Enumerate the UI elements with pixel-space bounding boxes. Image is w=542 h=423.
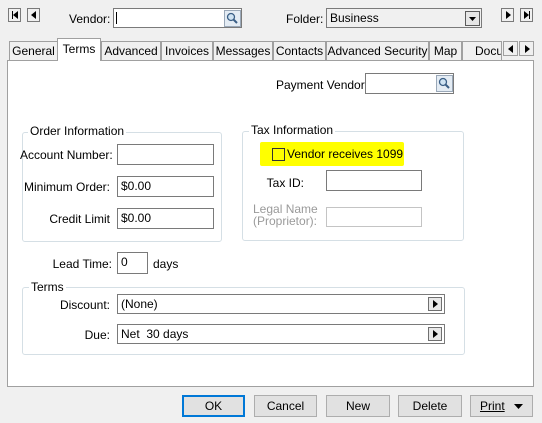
- lead-time-unit: days: [153, 257, 179, 271]
- magnifier-icon: [438, 77, 450, 89]
- next-arrow-icon: [506, 11, 511, 19]
- vendor-input[interactable]: [113, 8, 242, 28]
- scroll-right-icon: [525, 45, 530, 53]
- terms-panel: Payment Vendor: Order Information Accoun…: [7, 60, 534, 387]
- account-number-label: Account Number:: [20, 148, 113, 162]
- tab-general[interactable]: General: [9, 41, 58, 60]
- order-information-title: Order Information: [28, 124, 127, 138]
- previous-record-button[interactable]: [27, 8, 40, 22]
- first-arrow-icon: [13, 11, 18, 19]
- discount-select-value: (None): [121, 297, 158, 311]
- payment-vendor-search-button[interactable]: [436, 75, 453, 92]
- legal-name-label-line2: (Proprietor):: [253, 214, 318, 228]
- magnifier-icon: [226, 12, 238, 24]
- last-record-button[interactable]: [520, 8, 533, 22]
- folder-dropdown-button[interactable]: [465, 11, 480, 26]
- terms-group-title: Terms: [29, 280, 66, 294]
- vendor-search-button[interactable]: [224, 10, 241, 27]
- chevron-right-icon: [433, 300, 438, 308]
- account-number-input[interactable]: [117, 144, 214, 165]
- chevron-down-icon: [514, 403, 524, 409]
- tab-invoices-label: Invoices: [164, 44, 210, 58]
- tab-messages-label: Messages: [215, 44, 271, 58]
- folder-label: Folder:: [286, 12, 324, 26]
- tab-advanced-security[interactable]: Advanced Security: [326, 41, 429, 60]
- minimum-order-input[interactable]: $0.00: [117, 176, 214, 197]
- tab-contacts-label: Contacts: [275, 44, 324, 58]
- print-button[interactable]: Print: [470, 395, 533, 417]
- tab-advanced-security-label: Advanced Security: [327, 44, 428, 58]
- lead-time-input[interactable]: 0: [117, 252, 148, 274]
- credit-limit-input[interactable]: $0.00: [117, 208, 214, 229]
- vendor-1099-label[interactable]: Vendor receives 1099: [287, 147, 403, 161]
- due-select[interactable]: Net 30 days: [117, 324, 445, 344]
- discount-dropdown-button[interactable]: [428, 297, 442, 311]
- folder-select-value: Business: [330, 11, 379, 25]
- tab-terms[interactable]: Terms: [57, 38, 101, 61]
- folder-select[interactable]: Business: [326, 8, 482, 28]
- tab-messages[interactable]: Messages: [213, 41, 273, 60]
- tab-advanced[interactable]: Advanced: [101, 41, 161, 60]
- print-button-label: Print: [479, 399, 505, 413]
- tab-map-label: Map: [433, 44, 458, 58]
- due-dropdown-button[interactable]: [428, 327, 442, 341]
- scroll-left-icon: [508, 45, 513, 53]
- first-record-button[interactable]: [8, 8, 21, 22]
- ok-button[interactable]: OK: [182, 395, 245, 417]
- tab-documents[interactable]: Docu: [462, 41, 502, 60]
- new-button[interactable]: New: [326, 395, 390, 417]
- tab-documents-label: Docu: [475, 44, 502, 58]
- due-select-value: Net 30 days: [121, 327, 189, 341]
- last-bar-icon: [529, 11, 530, 19]
- chevron-down-icon: [469, 17, 476, 21]
- vendor-1099-checkbox[interactable]: [272, 148, 285, 161]
- lead-time-label: Lead Time:: [52, 257, 112, 271]
- tab-contacts[interactable]: Contacts: [273, 41, 326, 60]
- chevron-right-icon: [433, 330, 438, 338]
- text-cursor: [116, 12, 117, 24]
- tab-advanced-label: Advanced: [104, 44, 158, 58]
- credit-limit-value: $0.00: [121, 211, 152, 225]
- tab-map[interactable]: Map: [429, 41, 462, 60]
- tax-id-label: Tax ID:: [266, 176, 304, 190]
- tax-information-title: Tax Information: [249, 123, 336, 137]
- tax-id-input[interactable]: [326, 170, 422, 191]
- tab-invoices[interactable]: Invoices: [161, 41, 213, 60]
- next-record-button[interactable]: [501, 8, 514, 22]
- previous-arrow-icon: [31, 11, 36, 19]
- cancel-button[interactable]: Cancel: [254, 395, 317, 417]
- credit-limit-label: Credit Limit: [49, 212, 110, 226]
- ok-button-label: OK: [204, 399, 223, 413]
- legal-name-input[interactable]: [326, 207, 422, 227]
- minimum-order-label: Minimum Order:: [23, 180, 110, 194]
- tab-scroll-right-button[interactable]: [519, 41, 534, 56]
- discount-label: Discount:: [59, 298, 110, 312]
- tab-terms-label: Terms: [62, 42, 96, 56]
- due-label: Due:: [84, 328, 110, 342]
- discount-select[interactable]: (None): [117, 294, 445, 314]
- tab-scroll-left-button[interactable]: [503, 41, 518, 56]
- tab-general-label: General: [12, 44, 55, 58]
- new-button-label: New: [345, 399, 370, 413]
- vendor-label: Vendor:: [69, 12, 111, 26]
- lead-time-value: 0: [121, 255, 128, 269]
- delete-button[interactable]: Delete: [398, 395, 462, 417]
- delete-button-label: Delete: [412, 399, 448, 413]
- cancel-button-label: Cancel: [266, 399, 305, 413]
- payment-vendor-label: Payment Vendor:: [276, 78, 369, 92]
- minimum-order-value: $0.00: [121, 179, 152, 193]
